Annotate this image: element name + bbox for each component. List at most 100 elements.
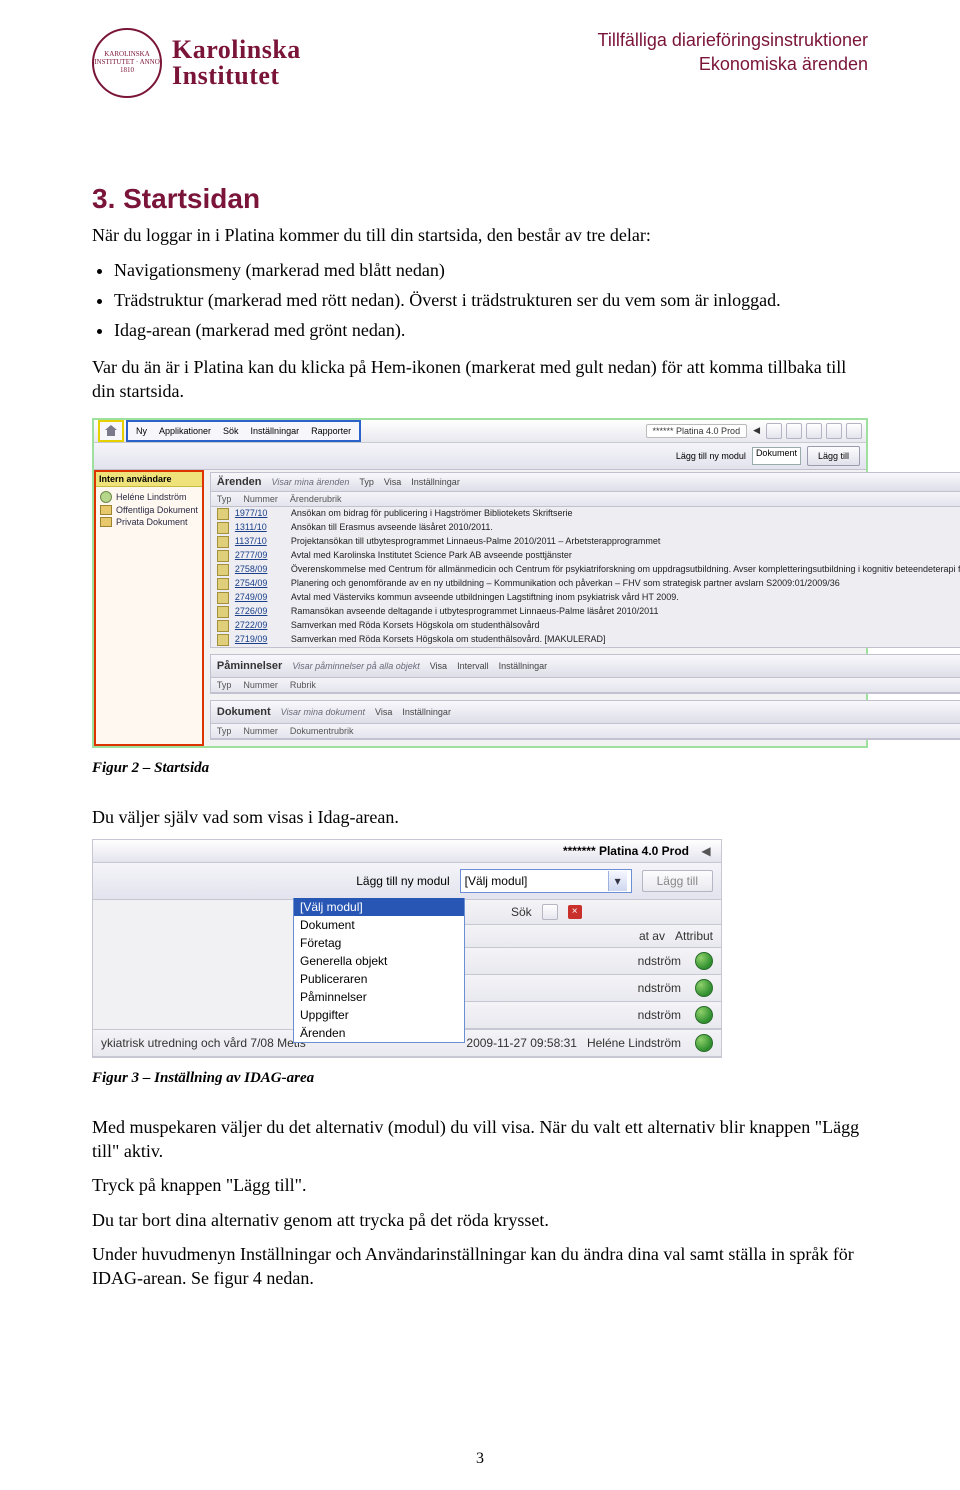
item-icon (217, 508, 229, 520)
item-title: Planering och genomförande av en ny utbi… (291, 578, 960, 590)
bullet-item: Trädstruktur (markerad med rött nedan). … (114, 287, 868, 315)
dropdown-item[interactable]: Dokument (294, 916, 464, 934)
add-button[interactable]: Lägg till (807, 446, 860, 466)
paminnelser-panel: Påminnelser Visar påminnelser på alla ob… (210, 654, 960, 694)
tree-item[interactable]: Privata Dokument (100, 517, 198, 527)
seal-icon: KAROLINSKA INSTITUTET · ANNO 1810 (92, 28, 162, 98)
wordmark: Karolinska Institutet (172, 35, 301, 91)
item-title: Samverkan med Röda Korsets Högskola om s… (291, 634, 960, 646)
panel-title: Ärenden (217, 476, 262, 488)
chevron-left-icon[interactable]: ◀ (753, 425, 760, 436)
nav-item[interactable]: Applikationer (159, 426, 211, 436)
tab[interactable]: Inställningar (499, 661, 548, 671)
tab[interactable]: Typ (359, 477, 374, 487)
item-number[interactable]: 1137/10 (235, 536, 285, 548)
bullet-item: Idag-arean (markerad med grönt nedan). (114, 317, 868, 345)
toolbar-icon[interactable] (826, 423, 842, 439)
tab[interactable]: Visa (375, 707, 392, 717)
item-icon (217, 606, 229, 618)
item-number[interactable]: 2726/09 (235, 606, 285, 618)
item-icon (217, 550, 229, 562)
item-number[interactable]: 2722/09 (235, 620, 285, 632)
globe-icon[interactable] (695, 1034, 713, 1052)
tab[interactable]: Inställningar (411, 477, 460, 487)
tab[interactable]: Inställningar (402, 707, 451, 717)
dropdown-item[interactable]: Uppgifter (294, 1006, 464, 1024)
item-icon (217, 522, 229, 534)
top-menu-bar: Ny Applikationer Sök Inställningar Rappo… (94, 420, 866, 443)
toolbar-icon[interactable] (806, 423, 822, 439)
module-select[interactable]: Dokument (752, 447, 801, 465)
tail-paragraph: Med muspekaren väljer du det alternativ … (92, 1115, 868, 1164)
item-number[interactable]: 2749/09 (235, 592, 285, 604)
close-icon[interactable]: × (568, 905, 582, 919)
item-number[interactable]: 1311/10 (235, 522, 285, 534)
toolbar-icon[interactable] (766, 423, 782, 439)
item-number[interactable]: 2719/09 (235, 634, 285, 646)
user-icon (100, 491, 112, 503)
item-icon (217, 592, 229, 604)
home-button-highlight[interactable] (98, 420, 124, 442)
item-title: Avtal med Västerviks kommun avseende utb… (291, 592, 960, 604)
dropdown-item[interactable]: Publiceraren (294, 970, 464, 988)
table-row[interactable]: 2722/09 Samverkan med Röda Korsets Högsko… (211, 619, 960, 633)
bottom-row-user: Heléne Lindström (587, 1036, 681, 1050)
table-row[interactable]: 2777/09 Avtal med Karolinska Institutet S… (211, 549, 960, 563)
tree-item[interactable]: Offentliga Dokument (100, 505, 198, 515)
table-row[interactable]: 2719/09 Samverkan med Röda Korsets Högsko… (211, 633, 960, 647)
tree-user[interactable]: Heléne Lindström (100, 491, 198, 503)
dropdown-item[interactable]: Företag (294, 934, 464, 952)
toolbar-icon[interactable] (786, 423, 802, 439)
item-number[interactable]: 2758/09 (235, 564, 285, 576)
mid-paragraph: Du väljer själv vad som visas i Idag-are… (92, 805, 868, 829)
tail-paragraph: Under huvudmenyn Inställningar och Använ… (92, 1242, 868, 1291)
figure-3-caption: Figur 3 – Inställning av IDAG-area (92, 1070, 868, 1087)
tree-title: Intern användare (96, 472, 202, 487)
search-button[interactable]: Sök (511, 905, 532, 919)
dropdown-item[interactable]: Generella objekt (294, 952, 464, 970)
item-title: Avtal med Karolinska Institutet Science … (291, 550, 960, 562)
section-title: 3. Startsidan (92, 183, 868, 215)
item-number[interactable]: 2777/09 (235, 550, 285, 562)
table-row[interactable]: 1311/10Ansökan till Erasmus avseende läs… (211, 521, 960, 535)
globe-icon[interactable] (695, 979, 713, 997)
item-number[interactable]: 2754/09 (235, 578, 285, 590)
nav-item[interactable]: Rapporter (311, 426, 351, 436)
table-row[interactable]: 2726/09Ramansökan avseende deltagande i … (211, 605, 960, 619)
nav-item[interactable]: Sök (223, 426, 239, 436)
module-select[interactable]: [Välj modul] ▾ (460, 869, 632, 893)
chevron-left-icon[interactable]: ◀ (699, 844, 713, 858)
document-header: KAROLINSKA INSTITUTET · ANNO 1810 Karoli… (92, 28, 868, 98)
table-row[interactable]: 1137/10Projektansökan till utbytesprogra… (211, 535, 960, 549)
module-dropdown[interactable]: [Välj modul]DokumentFöretagGenerella obj… (293, 898, 465, 1043)
product-title: ******* Platina 4.0 Prod (563, 844, 689, 858)
tab[interactable]: Visa (430, 661, 447, 671)
nav-item[interactable]: Ny (136, 426, 147, 436)
tail-paragraph: Du tar bort dina alternativ genom att tr… (92, 1208, 868, 1232)
item-title: Samverkan med Röda Korsets Högskola om s… (291, 620, 960, 632)
product-badge: ****** Platina 4.0 Prod ◀ (646, 423, 862, 439)
panel-action-icon[interactable] (542, 904, 558, 920)
table-row[interactable]: 2758/09Överenskommelse med Centrum för a… (211, 563, 960, 577)
item-icon (217, 620, 229, 632)
item-number[interactable]: 1977/10 (235, 508, 285, 520)
add-module-label: Lägg till ny modul (676, 451, 746, 461)
help-icon[interactable] (846, 423, 862, 439)
globe-icon[interactable] (695, 1006, 713, 1024)
item-icon (217, 536, 229, 548)
dropdown-item[interactable]: Påminnelser (294, 988, 464, 1006)
table-row[interactable]: 1977/10Ansökan om bidrag för publicering… (211, 507, 960, 521)
add-module-label: Lägg till ny modul (356, 874, 449, 888)
dropdown-item[interactable]: Ärenden (294, 1024, 464, 1042)
table-row[interactable]: 2749/09 Avtal med Västerviks kommun avsee… (211, 591, 960, 605)
content-pane: Ärenden Visar mina ärenden Typ Visa Inst… (204, 470, 960, 746)
dropdown-item[interactable]: [Välj modul] (294, 898, 464, 916)
nav-item[interactable]: Inställningar (251, 426, 300, 436)
globe-icon[interactable] (695, 952, 713, 970)
table-row[interactable]: 2754/09 Planering och genomförande av en … (211, 577, 960, 591)
home-icon (105, 425, 117, 437)
chevron-down-icon[interactable]: ▾ (608, 871, 627, 891)
add-module-bar: Lägg till ny modul Dokument Lägg till (94, 443, 866, 470)
tab[interactable]: Intervall (457, 661, 489, 671)
tab[interactable]: Visa (384, 477, 401, 487)
